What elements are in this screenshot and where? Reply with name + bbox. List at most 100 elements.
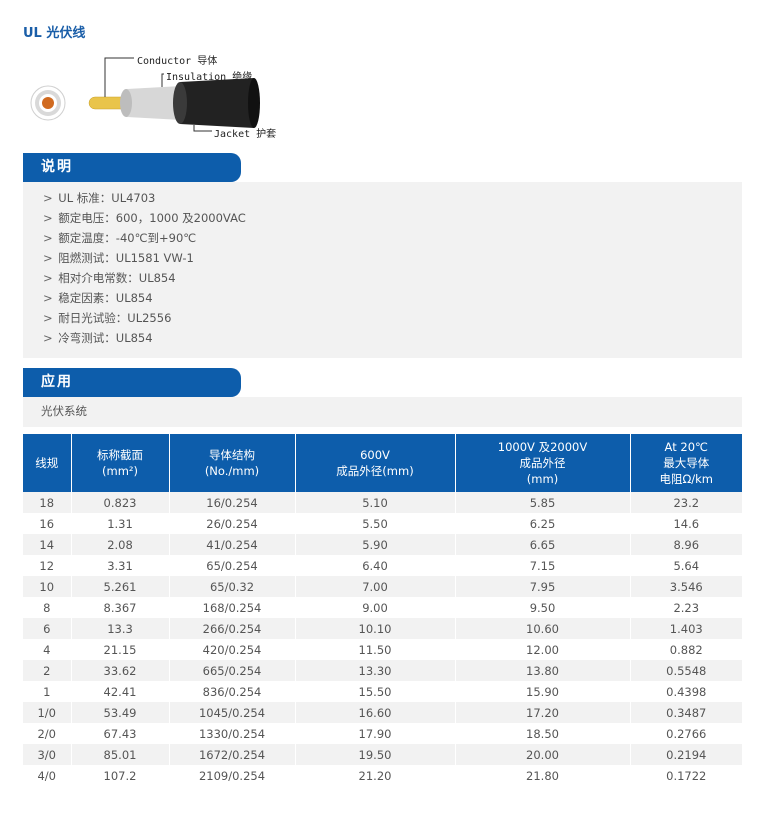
description-heading: 说明 <box>23 153 241 182</box>
table-cell: 1 <box>23 681 72 702</box>
cross-section-core <box>42 97 54 109</box>
description-item-text: 冷弯测试：UL854 <box>58 331 153 345</box>
table-cell: 18 <box>23 492 72 513</box>
application-text: 光伏系统 <box>41 404 87 418</box>
page-title: UL 光伏线 <box>23 26 86 41</box>
column-header: 导体结构 (No./mm) <box>169 434 296 492</box>
table-cell: 4 <box>23 639 72 660</box>
description-item: > 额定电压：600，1000 及2000VAC <box>23 208 742 228</box>
table-cell: 1/0 <box>23 702 72 723</box>
table-cell: 12.00 <box>455 639 631 660</box>
column-header-line: 600V <box>360 448 390 462</box>
description-item-text: 相对介电常数：UL854 <box>58 271 176 285</box>
column-header: 1000V 及2000V 成品外径 (mm) <box>455 434 631 492</box>
table-cell: 8 <box>23 597 72 618</box>
description-item: > 额定温度：-40℃到+90℃ <box>23 228 742 248</box>
table-cell: 2109/0.254 <box>169 765 296 786</box>
table-cell: 42.41 <box>71 681 170 702</box>
table-cell: 10 <box>23 576 72 597</box>
table-row: 2/0 67.43 1330/0.254 17.90 18.50 0.2766 <box>23 723 742 744</box>
table-cell: 13.3 <box>71 618 170 639</box>
description-item: > 相对介电常数：UL854 <box>23 268 742 288</box>
description-item: > 冷弯测试：UL854 <box>23 328 742 348</box>
column-header: 标称截面 (mm²) <box>71 434 170 492</box>
table-cell: 3/0 <box>23 744 72 765</box>
table-cell: 5.90 <box>295 534 456 555</box>
table-cell: 17.20 <box>455 702 631 723</box>
table-cell: 266/0.254 <box>169 618 296 639</box>
table-cell: 3.31 <box>71 555 170 576</box>
table-cell: 5.64 <box>630 555 742 576</box>
bullet-arrow-icon: > <box>43 291 53 305</box>
table-row: 10 5.261 65/0.32 7.00 7.95 3.546 <box>23 576 742 597</box>
table-cell: 3.546 <box>630 576 742 597</box>
table-header-row: 线规 标称截面 (mm²) 导体结构 (No./mm) 600V 成品外径(mm) 1000V… <box>23 434 742 492</box>
table-cell: 14 <box>23 534 72 555</box>
bullet-arrow-icon: > <box>43 311 53 325</box>
table-cell: 9.50 <box>455 597 631 618</box>
table-cell: 13.30 <box>295 660 456 681</box>
description-item: > UL 标准：UL4703 <box>23 188 742 208</box>
table-cell: 13.80 <box>455 660 631 681</box>
table-cell: 0.3487 <box>630 702 742 723</box>
table-cell: 8.367 <box>71 597 170 618</box>
table-cell: 1045/0.254 <box>169 702 296 723</box>
jacket-leader <box>193 125 212 132</box>
table-cell: 21.80 <box>455 765 631 786</box>
jacket-end <box>173 82 187 124</box>
table-cell: 19.50 <box>295 744 456 765</box>
table-cell: 18.50 <box>455 723 631 744</box>
table-row: 16 1.31 26/0.254 5.50 6.25 14.6 <box>23 513 742 534</box>
table-cell: 65/0.254 <box>169 555 296 576</box>
bullet-arrow-icon: > <box>43 271 53 285</box>
table-row: 3/0 85.01 1672/0.254 19.50 20.00 0.2194 <box>23 744 742 765</box>
table-row: 6 13.3 266/0.254 10.10 10.60 1.403 <box>23 618 742 639</box>
table-cell: 0.5548 <box>630 660 742 681</box>
jacket-layer <box>180 78 254 128</box>
table-cell: 6.25 <box>455 513 631 534</box>
table-cell: 7.15 <box>455 555 631 576</box>
table-cell: 16.60 <box>295 702 456 723</box>
table-row: 8 8.367 168/0.254 9.00 9.50 2.23 <box>23 597 742 618</box>
table-cell: 16/0.254 <box>169 492 296 513</box>
table-cell: 8.96 <box>630 534 742 555</box>
column-header-line: (No./mm) <box>204 464 260 478</box>
column-header-line: 最大导体 <box>663 456 710 470</box>
table-cell: 65/0.32 <box>169 576 296 597</box>
description-item-text: 阻燃测试：UL1581 VW-1 <box>58 251 194 265</box>
description-item-text: UL 标准：UL4703 <box>58 191 156 205</box>
table-cell: 9.00 <box>295 597 456 618</box>
description-section: > UL 标准：UL4703 > 额定电压：600，1000 及2000VAC > … <box>23 182 742 358</box>
column-header-line: (mm²) <box>102 464 138 478</box>
table-cell: 23.2 <box>630 492 742 513</box>
column-header-line: At 20℃ <box>664 440 708 454</box>
bullet-arrow-icon: > <box>43 251 53 265</box>
insulation-label: Insulation 绝缘 <box>166 72 253 83</box>
table-cell: 0.2766 <box>630 723 742 744</box>
table-row: 14 2.08 41/0.254 5.90 6.65 8.96 <box>23 534 742 555</box>
table-row: 4 21.15 420/0.254 11.50 12.00 0.882 <box>23 639 742 660</box>
column-header-line: 电阻Ω/km <box>659 472 714 486</box>
description-list: > UL 标准：UL4703 > 额定电压：600，1000 及2000VAC > … <box>23 188 742 348</box>
jacket-label: Jacket 护套 <box>214 129 277 140</box>
description-item-text: 稳定因素：UL854 <box>58 291 153 305</box>
table-cell: 1.31 <box>71 513 170 534</box>
description-item-text: 额定温度：-40℃到+90℃ <box>58 231 197 245</box>
table-cell: 10.60 <box>455 618 631 639</box>
column-header-line: 标称截面 <box>97 448 143 462</box>
table-cell: 836/0.254 <box>169 681 296 702</box>
table-cell: 4/0 <box>23 765 72 786</box>
table-cell: 17.90 <box>295 723 456 744</box>
table-cell: 2.23 <box>630 597 742 618</box>
table-cell: 11.50 <box>295 639 456 660</box>
table-body: 18 0.823 16/0.254 5.10 5.85 23.2 16 1.31 26/0.25… <box>23 492 742 786</box>
table-cell: 12 <box>23 555 72 576</box>
insulation-end <box>120 89 132 117</box>
table-cell: 2 <box>23 660 72 681</box>
description-item: > 阻燃测试：UL1581 VW-1 <box>23 248 742 268</box>
table-cell: 14.6 <box>630 513 742 534</box>
application-section: 光伏系统 <box>23 397 742 427</box>
table-cell: 0.4398 <box>630 681 742 702</box>
table-cell: 33.62 <box>71 660 170 681</box>
table-cell: 7.95 <box>455 576 631 597</box>
